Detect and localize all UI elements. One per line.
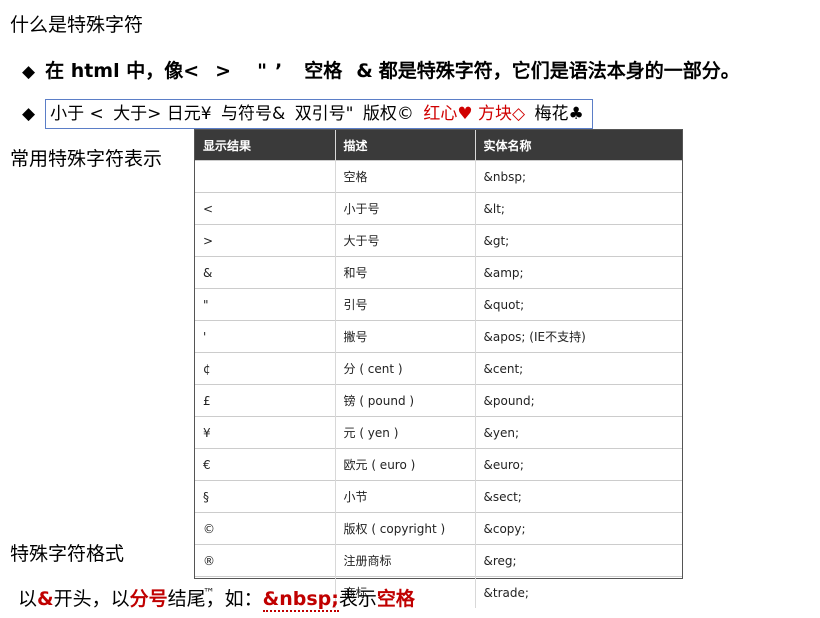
table-row: " 引号 &quot; bbox=[195, 288, 682, 321]
cell-entity-name: &euro; bbox=[474, 448, 682, 481]
table-row: & 和号 &amp; bbox=[195, 256, 682, 289]
format-text-4: 表示 bbox=[338, 588, 377, 610]
intro-rest: 都是特殊字符，它们是语法本身的一部分。 bbox=[378, 60, 740, 82]
cell-entity-name: &copy; bbox=[474, 512, 682, 545]
cell-entity-name: &pound; bbox=[474, 384, 682, 417]
cell-display-result bbox=[195, 160, 335, 193]
cell-display-result: ' bbox=[195, 320, 335, 353]
table-row: > 大于号 &gt; bbox=[195, 224, 682, 257]
table-row: © 版权 ( copyright ) &copy; bbox=[195, 512, 682, 545]
cell-display-result: & bbox=[195, 256, 335, 289]
entity-table: 显示结果 描述 实体名称 空格 &nbsp; < 小于号 &lt; > 大于号 &gt; & 和号… bbox=[195, 130, 682, 608]
cell-description: 和号 bbox=[334, 256, 475, 289]
cell-description: 镑 ( pound ) bbox=[334, 384, 475, 417]
intro-gt: > bbox=[215, 60, 232, 82]
header-description: 描述 bbox=[334, 130, 475, 161]
cell-display-result: " bbox=[195, 288, 335, 321]
page-title: 什么是特殊字符 bbox=[10, 14, 144, 36]
format-semicolon: 分号 bbox=[129, 588, 168, 610]
table-row: ¥ 元 ( yen ) &yen; bbox=[195, 416, 682, 449]
intro-apos: ’ bbox=[274, 60, 283, 82]
cell-entity-name: &quot; bbox=[474, 288, 682, 321]
header-display-result: 显示结果 bbox=[203, 138, 252, 153]
bullet-examples: ◆ 小于 < 大于> 日元¥ 与符号& 双引号" 版权© 红心♥ 方块◇ 梅花♣ bbox=[22, 99, 593, 129]
intro-space: 空格 bbox=[304, 60, 343, 82]
cell-entity-name: &trade; bbox=[474, 576, 682, 608]
table-row: £ 镑 ( pound ) &pound; bbox=[195, 384, 682, 417]
example-quot: 双引号" bbox=[294, 104, 354, 124]
cell-description: 空格 bbox=[334, 160, 475, 193]
format-space: 空格 bbox=[376, 588, 415, 610]
cell-display-result: < bbox=[195, 192, 335, 225]
subtitle-entity-format: 特殊字符格式 bbox=[10, 543, 125, 565]
cell-display-result: ¢ bbox=[195, 352, 335, 385]
cell-display-result: £ bbox=[195, 384, 335, 417]
cell-description: 小于号 bbox=[334, 192, 475, 225]
cell-entity-name: &amp; bbox=[474, 256, 682, 289]
format-description: 以&开头，以分号结尾，如：&nbsp;表示空格 bbox=[18, 586, 415, 612]
cell-display-result: ¥ bbox=[195, 416, 335, 449]
cell-display-result: ® bbox=[195, 544, 335, 577]
subtitle-common-entities: 常用特殊字符表示 bbox=[10, 148, 163, 170]
cell-description: 小节 bbox=[334, 480, 475, 513]
cell-entity-name: &apos; (IE不支持) bbox=[474, 320, 682, 353]
example-copy: 版权© bbox=[362, 104, 414, 124]
cell-description: 分 ( cent ) bbox=[334, 352, 475, 385]
cell-description: 注册商标 bbox=[334, 544, 475, 577]
entity-table-container: 显示结果 描述 实体名称 空格 &nbsp; < 小于号 &lt; > 大于号 &gt; & 和号… bbox=[194, 129, 683, 608]
table-row: 空格 &nbsp; bbox=[195, 160, 682, 193]
cell-display-result: © bbox=[195, 512, 335, 545]
intro-amp: & bbox=[356, 60, 373, 82]
cell-entity-name: &cent; bbox=[474, 352, 682, 385]
cell-description: 撇号 bbox=[334, 320, 475, 353]
cell-entity-name: &sect; bbox=[474, 480, 682, 513]
table-row: ® 注册商标 &reg; bbox=[195, 544, 682, 577]
cell-entity-name: &reg; bbox=[474, 544, 682, 577]
table-row: € 欧元 ( euro ) &euro; bbox=[195, 448, 682, 481]
example-lt: 小于 < bbox=[50, 104, 104, 124]
example-heart-diamond: 红心♥ 方块◇ bbox=[423, 104, 526, 124]
format-example-code: &nbsp; bbox=[262, 588, 339, 612]
table-row: < 小于号 &lt; bbox=[195, 192, 682, 225]
format-text-3: 结尾，如： bbox=[167, 588, 263, 610]
diamond-bullet-icon: ◆ bbox=[22, 62, 36, 82]
example-gt-yen: 大于> 日元¥ bbox=[113, 104, 212, 124]
cell-description: 欧元 ( euro ) bbox=[334, 448, 475, 481]
cell-description: 元 ( yen ) bbox=[334, 416, 475, 449]
cell-entity-name: &lt; bbox=[474, 192, 682, 225]
cell-entity-name: &gt; bbox=[474, 224, 682, 257]
table-row: ¢ 分 ( cent ) &cent; bbox=[195, 352, 682, 385]
intro-quote: " bbox=[257, 60, 267, 82]
table-row: § 小节 &sect; bbox=[195, 480, 682, 513]
format-text-2: 开头，以 bbox=[53, 588, 130, 610]
table-header-row: 显示结果 描述 实体名称 bbox=[195, 130, 682, 161]
diamond-bullet-icon: ◆ bbox=[22, 104, 36, 124]
cell-description: 大于号 bbox=[334, 224, 475, 257]
cell-entity-name: &nbsp; bbox=[474, 160, 682, 193]
table-row: ' 撇号 &apos; (IE不支持) bbox=[195, 320, 682, 353]
examples-box: 小于 < 大于> 日元¥ 与符号& 双引号" 版权© 红心♥ 方块◇ 梅花♣ bbox=[45, 99, 593, 129]
example-amp: 与符号& bbox=[221, 104, 286, 124]
cell-description: 引号 bbox=[334, 288, 475, 321]
example-club: 梅花♣ bbox=[534, 104, 584, 124]
cell-display-result: > bbox=[195, 224, 335, 257]
header-entity-name: 实体名称 bbox=[474, 130, 682, 161]
cell-entity-name: &yen; bbox=[474, 416, 682, 449]
intro-text: 在 html 中，像< bbox=[45, 60, 200, 82]
format-text-1: 以 bbox=[18, 588, 38, 610]
format-amp: & bbox=[37, 588, 54, 610]
cell-display-result: § bbox=[195, 480, 335, 513]
bullet-special-chars-intro: ◆ 在 html 中，像< > " ’ 空格 & 都是特殊字符，它们是语法本身的一部分。 bbox=[22, 58, 740, 85]
cell-display-result: € bbox=[195, 448, 335, 481]
cell-description: 版权 ( copyright ) bbox=[334, 512, 475, 545]
